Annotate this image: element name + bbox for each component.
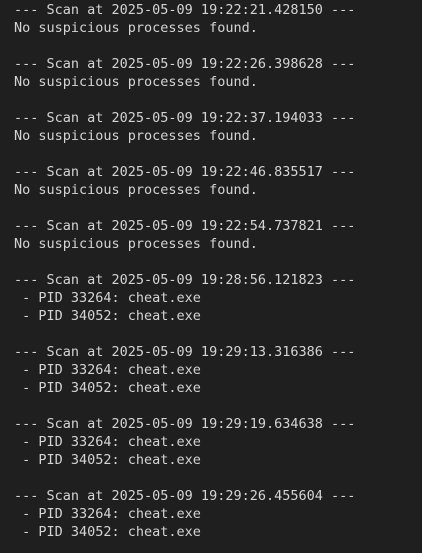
scan-block: --- Scan at 2025-05-09 19:22:54.737821 -… <box>14 217 422 253</box>
scan-result-line: - PID 34052: cheat.exe <box>14 524 201 540</box>
scan-header: --- Scan at 2025-05-09 19:29:19.634638 -… <box>14 416 356 432</box>
scan-block: --- Scan at 2025-05-09 19:22:21.428150 -… <box>14 1 422 37</box>
scan-result-line: - PID 34052: cheat.exe <box>14 452 201 468</box>
scan-header: --- Scan at 2025-05-09 19:22:21.428150 -… <box>14 2 356 18</box>
scan-header: --- Scan at 2025-05-09 19:22:26.398628 -… <box>14 56 356 72</box>
scan-block: --- Scan at 2025-05-09 19:29:13.316386 -… <box>14 343 422 397</box>
scan-result-line: No suspicious processes found. <box>14 182 258 198</box>
scan-result-line: No suspicious processes found. <box>14 74 258 90</box>
scan-block: --- Scan at 2025-05-09 19:22:26.398628 -… <box>14 55 422 91</box>
scan-result-line: No suspicious processes found. <box>14 128 258 144</box>
scan-header: --- Scan at 2025-05-09 19:29:13.316386 -… <box>14 344 356 360</box>
scan-header: --- Scan at 2025-05-09 19:22:54.737821 -… <box>14 218 356 234</box>
scan-result-line: No suspicious processes found. <box>14 236 258 252</box>
scan-block: --- Scan at 2025-05-09 19:29:19.634638 -… <box>14 415 422 469</box>
scan-header: --- Scan at 2025-05-09 19:28:56.121823 -… <box>14 272 356 288</box>
scan-header: --- Scan at 2025-05-09 19:22:46.835517 -… <box>14 164 356 180</box>
scan-result-line: - PID 33264: cheat.exe <box>14 290 201 306</box>
scan-result-line: No suspicious processes found. <box>14 20 258 36</box>
scan-block: --- Scan at 2025-05-09 19:29:26.455604 -… <box>14 487 422 541</box>
scan-result-line: - PID 34052: cheat.exe <box>14 308 201 324</box>
scan-block: --- Scan at 2025-05-09 19:22:37.194033 -… <box>14 109 422 145</box>
scan-result-line: - PID 33264: cheat.exe <box>14 362 201 378</box>
terminal-output[interactable]: --- Scan at 2025-05-09 19:22:21.428150 -… <box>0 0 422 553</box>
scan-header: --- Scan at 2025-05-09 19:22:37.194033 -… <box>14 110 356 126</box>
scan-result-line: - PID 34052: cheat.exe <box>14 380 201 396</box>
scan-block: --- Scan at 2025-05-09 19:28:56.121823 -… <box>14 271 422 325</box>
scan-result-line: - PID 33264: cheat.exe <box>14 434 201 450</box>
scan-header: --- Scan at 2025-05-09 19:29:26.455604 -… <box>14 488 356 504</box>
scan-block: --- Scan at 2025-05-09 19:22:46.835517 -… <box>14 163 422 199</box>
scan-result-line: - PID 33264: cheat.exe <box>14 506 201 522</box>
